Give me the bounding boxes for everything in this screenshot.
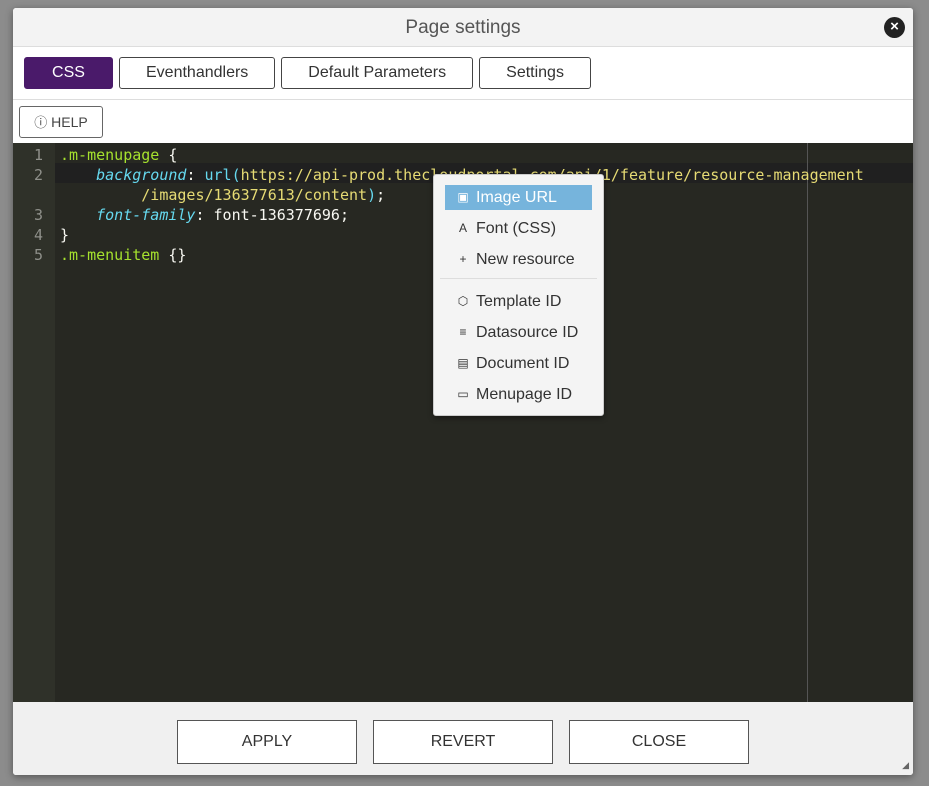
- property: background: [96, 166, 187, 184]
- selector: .m-menuitem: [60, 246, 160, 264]
- menu-item-document-id[interactable]: ▤ Document ID: [445, 351, 592, 382]
- menu-separator: [440, 278, 597, 279]
- line-number: 5: [33, 246, 43, 264]
- revert-button[interactable]: REVERT: [373, 720, 553, 764]
- menu-label: New resource: [476, 251, 575, 268]
- plus-icon: +: [459, 252, 467, 266]
- menu-item-font-css[interactable]: A Font (CSS): [445, 216, 592, 247]
- url-text: /images/136377613/content: [141, 186, 368, 204]
- cube-icon: ⬡: [457, 294, 469, 308]
- page-settings-dialog: Page settings × CSS Eventhandlers Defaul…: [13, 8, 913, 775]
- property: font-family: [96, 206, 196, 224]
- menu-label: Datasource ID: [476, 324, 579, 341]
- image-icon: ▣: [457, 190, 469, 204]
- close-icon[interactable]: ×: [884, 17, 905, 38]
- line-number: 4: [33, 226, 43, 244]
- tab-bar: CSS Eventhandlers Default Parameters Set…: [13, 47, 913, 100]
- menu-item-template-id[interactable]: ⬡ Template ID: [445, 289, 592, 320]
- dialog-footer: APPLY REVERT CLOSE ◢: [13, 702, 913, 775]
- code-text: {: [159, 146, 178, 164]
- apply-button[interactable]: APPLY: [177, 720, 357, 764]
- menu-item-menupage-id[interactable]: ▭ Menupage ID: [445, 382, 592, 413]
- database-icon: ≡: [459, 325, 467, 339]
- font-icon: A: [458, 221, 467, 235]
- menu-item-image-url[interactable]: ▣ Image URL: [445, 185, 592, 210]
- menu-item-new-resource[interactable]: + New resource: [445, 247, 592, 278]
- tv-icon: ▭: [457, 387, 469, 401]
- menu-label: Template ID: [476, 293, 562, 310]
- menu-label: Image URL: [476, 189, 557, 206]
- help-label: HELP: [51, 114, 88, 130]
- line-number: 2: [33, 166, 43, 184]
- selector: .m-menupage: [60, 146, 160, 164]
- tab-settings[interactable]: Settings: [479, 57, 591, 89]
- code-text: {}: [159, 246, 187, 264]
- menu-label: Menupage ID: [476, 386, 573, 403]
- menu-label: Font (CSS): [476, 220, 557, 237]
- tab-eventhandlers[interactable]: Eventhandlers: [119, 57, 276, 89]
- help-button[interactable]: ⓘ HELP: [19, 106, 103, 138]
- code-line: 1 .m-menupage {: [13, 145, 913, 165]
- insert-context-menu: ▣ Image URL A Font (CSS) + New resource ⬡ Te…: [433, 174, 604, 416]
- menu-label: Document ID: [476, 355, 570, 372]
- line-number: 1: [33, 146, 43, 164]
- tab-css[interactable]: CSS: [24, 57, 113, 89]
- close-button[interactable]: CLOSE: [569, 720, 749, 764]
- resize-handle[interactable]: ◢: [902, 760, 909, 771]
- tab-default-parameters[interactable]: Default Parameters: [281, 57, 474, 89]
- document-icon: ▤: [457, 356, 469, 370]
- dialog-title: Page settings: [405, 17, 521, 38]
- dialog-titlebar: Page settings ×: [13, 8, 913, 47]
- code-text: }: [60, 226, 70, 244]
- line-number: 3: [33, 206, 43, 224]
- code-text: : font-136377696;: [195, 206, 349, 224]
- menu-item-datasource-id[interactable]: ≡ Datasource ID: [445, 320, 592, 351]
- question-circle-icon: ⓘ: [34, 115, 48, 130]
